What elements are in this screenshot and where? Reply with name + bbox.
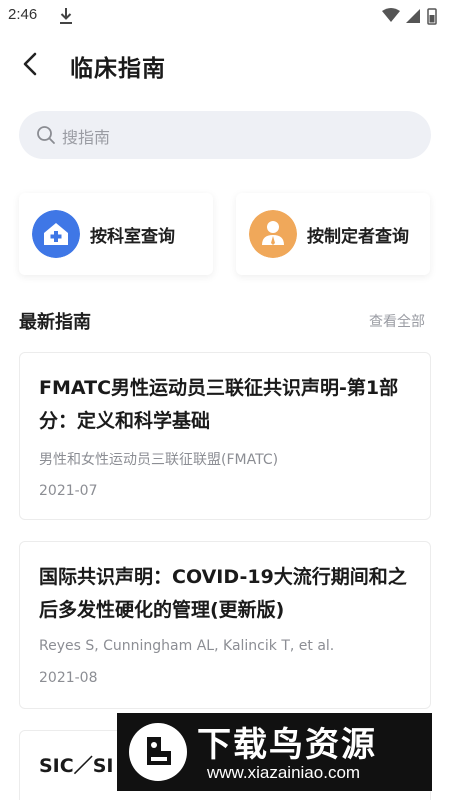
guide-date: 2021-08 xyxy=(39,670,98,686)
view-all-link[interactable]: 查看全部 xyxy=(369,311,425,331)
app-header: 临床指南 xyxy=(0,32,450,100)
watermark-title: 下载鸟资源 xyxy=(197,725,377,765)
search-placeholder: 搜指南 xyxy=(62,128,111,147)
latest-guides-title: 最新指南 xyxy=(19,312,91,333)
page-title: 临床指南 xyxy=(70,56,166,82)
download-icon xyxy=(60,8,72,24)
hospital-icon xyxy=(32,210,80,258)
signal-icon xyxy=(406,9,420,23)
status-bar: 2:46 xyxy=(0,0,450,32)
bird-logo-icon xyxy=(129,723,187,781)
watermark: 下载鸟资源 www.xiazainiao.com xyxy=(117,713,432,791)
query-by-author-label: 按制定者查询 xyxy=(307,227,409,247)
query-by-department-button[interactable]: 按科室查询 xyxy=(19,193,213,275)
search-icon xyxy=(37,126,55,144)
watermark-url: www.xiazainiao.com xyxy=(207,763,361,782)
system-status-icons xyxy=(382,8,437,25)
guide-author: 男性和女性运动员三联征联盟(FMATC) xyxy=(39,452,279,468)
query-by-department-label: 按科室查询 xyxy=(90,227,175,247)
back-arrow-icon[interactable] xyxy=(18,50,46,78)
wifi-icon xyxy=(382,8,400,22)
guide-card[interactable]: 国际共识声明：COVID-19大流行期间和之后多发性硬化的管理(更新版) Rey… xyxy=(19,541,431,709)
guide-date: 2021-07 xyxy=(39,483,98,499)
query-by-author-button[interactable]: 按制定者查询 xyxy=(236,193,430,275)
guide-author: Reyes S, Cunningham AL, Kalincik T, et a… xyxy=(39,638,335,654)
guide-card[interactable]: FMATC男性运动员三联征共识声明-第1部分：定义和科学基础 男性和女性运动员三… xyxy=(19,352,431,520)
guide-title: 国际共识声明：COVID-19大流行期间和之后多发性硬化的管理(更新版) xyxy=(39,566,407,621)
search-input[interactable]: 搜指南 xyxy=(19,111,431,159)
person-icon xyxy=(249,210,297,258)
status-time: 2:46 xyxy=(8,6,38,23)
guide-title: FMATC男性运动员三联征共识声明-第1部分：定义和科学基础 xyxy=(39,377,399,432)
